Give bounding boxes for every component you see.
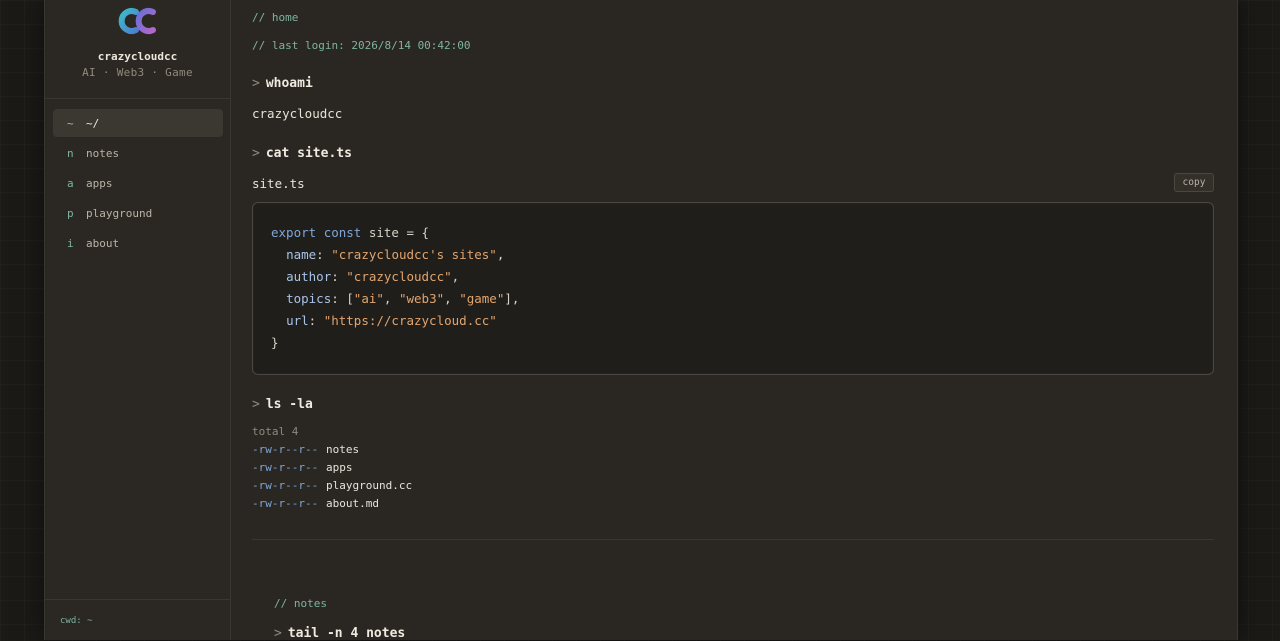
list-item[interactable]: -rw-r--r-- playground.cc	[252, 479, 412, 492]
page-comment: // home	[252, 11, 299, 24]
command-text: ls -la	[265, 397, 313, 412]
terminal-main: // home // last login: 2026/8/14 00:42:0…	[252, 0, 1214, 641]
command-whoami: > whoami	[252, 76, 313, 91]
copy-button[interactable]: copy	[1174, 173, 1214, 192]
prompt-symbol: >	[252, 397, 260, 412]
sidebar-item-home[interactable]: ~ ~/	[53, 109, 223, 137]
command-tail: > tail -n 4 notes	[274, 626, 405, 641]
code-filename: site.ts	[252, 176, 305, 191]
ls-total: total 4	[252, 425, 299, 438]
prompt-symbol: >	[274, 626, 282, 641]
code-line: }	[271, 335, 279, 350]
code-property: name	[286, 247, 317, 262]
sidebar-item-label: apps	[86, 176, 113, 190]
code-punct: ],	[504, 291, 520, 306]
sidebar-item-apps[interactable]: a apps	[53, 169, 223, 197]
code-string: "https://crazycloud.cc"	[323, 313, 497, 328]
code-string: "game"	[459, 291, 505, 306]
code-keyword: const	[323, 225, 362, 240]
list-item[interactable]: -rw-r--r-- about.md	[252, 497, 379, 510]
brand-header: crazycloudcc AI · Web3 · Game	[45, 0, 230, 99]
sidebar-item-about[interactable]: i about	[53, 229, 223, 257]
code-string: "crazycloudcc's sites"	[331, 247, 497, 262]
command-cat: > cat site.ts	[252, 146, 352, 161]
list-item[interactable]: -rw-r--r-- apps	[252, 461, 353, 474]
last-login: // last login: 2026/8/14 00:42:00	[252, 39, 471, 52]
file-name: notes	[326, 443, 360, 456]
code-string: "ai"	[353, 291, 384, 306]
app-frame: crazycloudcc AI · Web3 · Game ~ ~/ n not…	[44, 0, 1238, 641]
sidebar-item-label: notes	[86, 146, 120, 160]
code-punct: ,	[496, 247, 505, 262]
file-name: about.md	[326, 497, 379, 510]
file-name: apps	[326, 461, 353, 474]
section-divider	[252, 539, 1214, 540]
nav-shortcut-key: p	[67, 206, 74, 220]
whoami-output: crazycloudcc	[252, 106, 343, 121]
code-line: name: "crazycloudcc's sites",	[286, 247, 505, 262]
command-ls: > ls -la	[252, 397, 313, 412]
sidebar-nav: ~ ~/ n notes a apps p playground i about	[53, 109, 223, 259]
brand-tagline: AI · Web3 · Game	[82, 66, 193, 79]
code-line: topics: ["ai", "web3", "game"],	[286, 291, 520, 306]
sidebar-item-label: playground	[86, 206, 153, 220]
code-property: url	[286, 313, 309, 328]
code-line: export const site = {	[271, 225, 429, 240]
code-property: author	[286, 269, 332, 284]
cc-logo-icon	[118, 8, 156, 34]
prompt-symbol: >	[252, 76, 260, 91]
notes-comment: // notes	[274, 597, 327, 610]
sidebar-item-notes[interactable]: n notes	[53, 139, 223, 167]
prompt-symbol: >	[252, 146, 260, 161]
nav-shortcut-key: a	[67, 176, 74, 190]
sidebar: crazycloudcc AI · Web3 · Game ~ ~/ n not…	[45, 0, 231, 640]
code-keyword: export	[271, 225, 317, 240]
command-text: tail -n 4 notes	[287, 626, 406, 641]
file-name: playground.cc	[326, 479, 413, 492]
file-permissions: -rw-r--r--	[252, 443, 319, 456]
command-text: cat site.ts	[265, 146, 352, 161]
nav-shortcut-key: n	[67, 146, 74, 160]
code-string: "web3"	[398, 291, 445, 306]
code-punct: }	[271, 335, 279, 350]
code-property: topics	[286, 291, 332, 306]
command-text: whoami	[265, 76, 313, 91]
sidebar-item-playground[interactable]: p playground	[53, 199, 223, 227]
nav-shortcut-key: i	[67, 236, 74, 250]
cwd-indicator: cwd: ~	[45, 599, 230, 640]
code-line: author: "crazycloudcc",	[286, 269, 460, 284]
list-item[interactable]: -rw-r--r-- notes	[252, 443, 359, 456]
sidebar-item-label: ~/	[86, 116, 100, 130]
code-block: export const site = { name: "crazycloudc…	[252, 202, 1214, 375]
code-string: "crazycloudcc"	[346, 269, 452, 284]
brand-name: crazycloudcc	[97, 50, 178, 63]
code-line: url: "https://crazycloud.cc"	[286, 313, 497, 328]
file-permissions: -rw-r--r--	[252, 479, 319, 492]
nav-shortcut-key: ~	[67, 116, 74, 130]
code-punct: ,	[451, 269, 460, 284]
sidebar-item-label: about	[86, 236, 120, 250]
file-permissions: -rw-r--r--	[252, 461, 319, 474]
file-permissions: -rw-r--r--	[252, 497, 319, 510]
code-identifier: site	[368, 225, 399, 240]
code-punct: = {	[398, 225, 430, 240]
